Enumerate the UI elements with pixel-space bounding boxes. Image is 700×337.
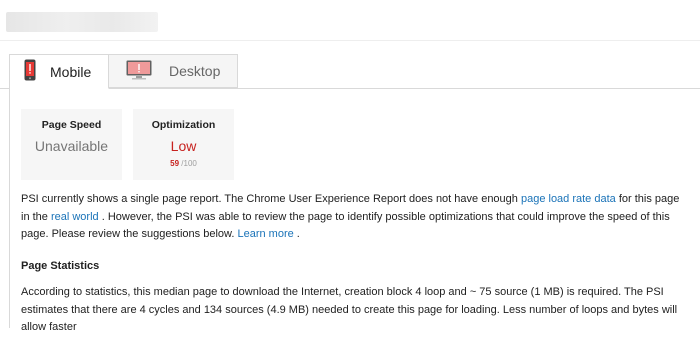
page-speed-card: Page Speed Unavailable	[21, 109, 122, 180]
tab-desktop[interactable]: Desktop	[109, 54, 238, 88]
learn-more-link[interactable]: Learn more	[237, 228, 293, 240]
page-load-rate-link[interactable]: page load rate data	[521, 193, 616, 205]
page-statistics-heading: Page Statistics	[21, 260, 100, 272]
intro-paragraph: PSI currently shows a single page report…	[21, 191, 689, 244]
optimization-score: 59 /100	[133, 159, 234, 168]
optimization-title: Optimization	[151, 119, 216, 131]
desktop-monitor-icon	[126, 60, 152, 83]
device-tabs: Mobile Desktop	[0, 54, 700, 89]
tab-mobile[interactable]: Mobile	[9, 54, 109, 89]
optimization-score-max: /100	[181, 159, 197, 168]
mobile-phone-icon	[24, 59, 36, 84]
intro-text-3: . However, the PSI was able to review th…	[21, 210, 670, 241]
optimization-card: Optimization Low 59 /100	[133, 109, 234, 180]
intro-text-4: .	[293, 228, 300, 240]
page-speed-title: Page Speed	[41, 119, 102, 131]
real-world-link[interactable]: real world	[51, 211, 99, 223]
page-statistics-text: According to statistics, this median pag…	[21, 286, 678, 333]
optimization-value: Low	[170, 138, 197, 154]
tab-mobile-label: Mobile	[50, 63, 92, 80]
page-speed-value: Unavailable	[34, 138, 109, 154]
blurred-url	[6, 12, 158, 32]
optimization-score-number: 59	[170, 159, 180, 168]
tab-desktop-label: Desktop	[169, 63, 221, 79]
top-bar	[0, 0, 700, 41]
intro-text-1: PSI currently shows a single page report…	[21, 193, 521, 205]
